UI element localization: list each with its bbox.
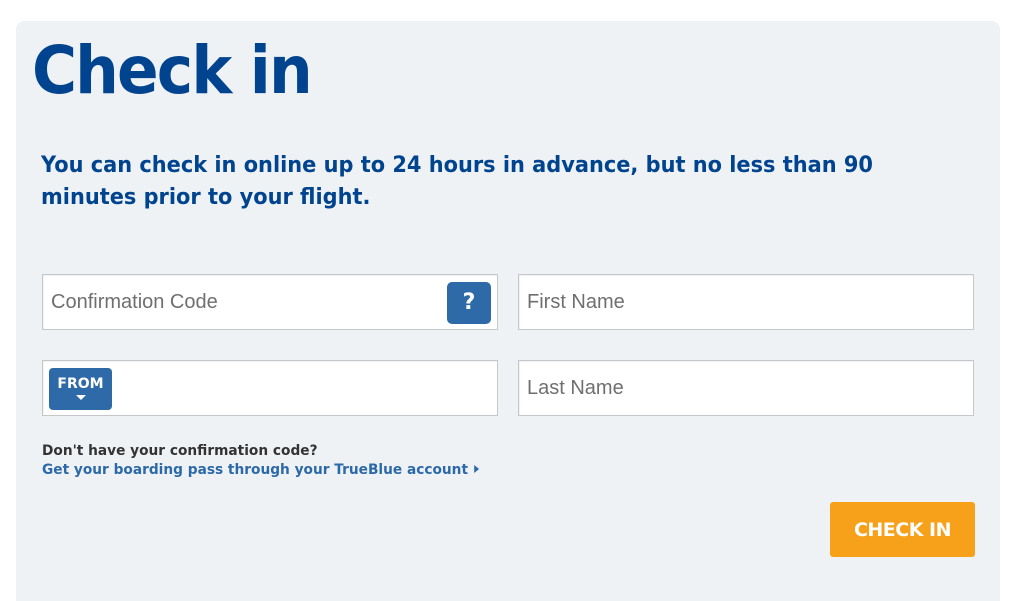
checkin-instructions: You can check in online up to 24 hours i… [41,153,873,210]
trueblue-boarding-pass-link[interactable]: Get your boarding pass through your True… [42,461,479,479]
confirmation-help-button[interactable]: ? [447,282,491,324]
trueblue-link-label: Get your boarding pass through your True… [42,462,469,478]
caret-right-icon [473,465,479,473]
confirmation-code-input[interactable] [43,275,497,329]
from-airport-input[interactable] [43,361,497,415]
last-name-field [518,360,974,416]
last-name-input[interactable] [519,361,973,415]
first-name-input[interactable] [519,275,973,329]
page-title: Check in [32,32,313,109]
check-in-button[interactable]: CHECK IN [830,502,975,557]
first-name-field [518,274,974,330]
confirmation-code-field: ? [42,274,498,330]
no-confirmation-code-text: Don't have your confirmation code? [42,443,318,459]
checkin-panel: Check in You can check in online up to 2… [16,21,1000,601]
from-airport-field: FROM [42,360,498,416]
question-mark-icon: ? [462,290,476,315]
